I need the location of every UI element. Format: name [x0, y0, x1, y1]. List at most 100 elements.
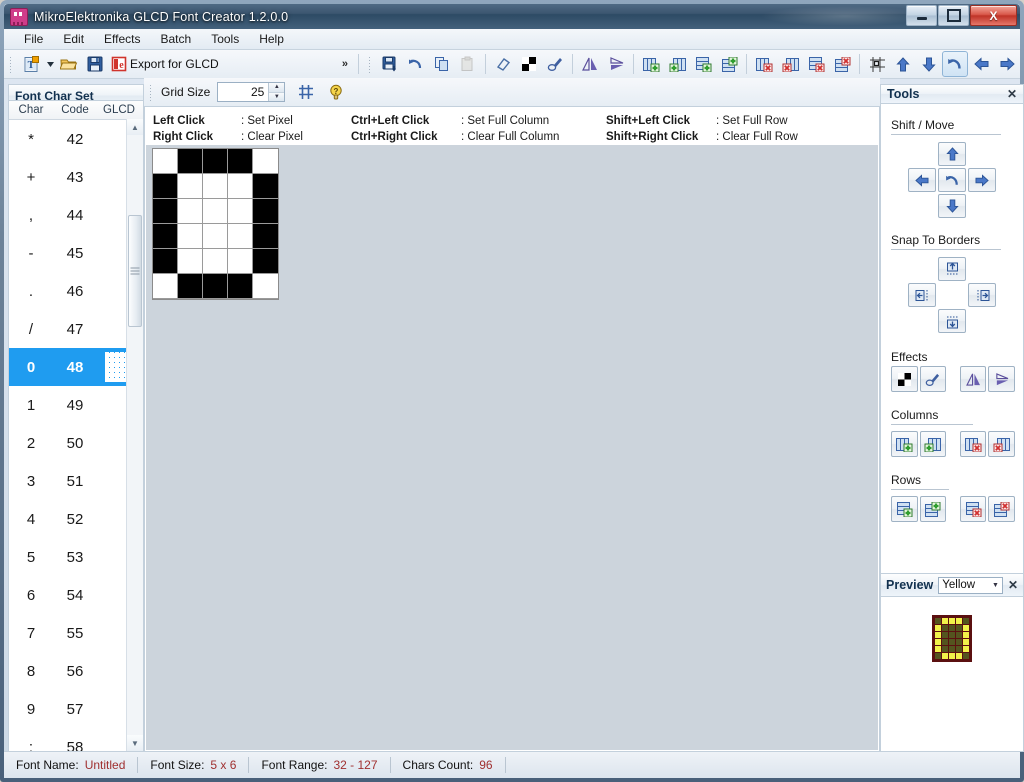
preview-color-select[interactable]: Yellow ▼	[938, 577, 1003, 594]
new-font-button[interactable]: T	[18, 51, 44, 77]
delete-row-top-button[interactable]	[960, 496, 987, 522]
shift-left-button[interactable]	[968, 51, 994, 77]
pixel-cell[interactable]	[203, 199, 228, 224]
pixel-cell[interactable]	[253, 274, 278, 299]
char-row-55[interactable]: 7 55	[9, 614, 143, 652]
pixel-cell[interactable]	[228, 199, 253, 224]
char-row-44[interactable]: , 44	[9, 196, 143, 234]
insert-row-bottom-button[interactable]	[716, 51, 742, 77]
shift-down-button[interactable]	[916, 51, 942, 77]
menu-item-edit[interactable]: Edit	[53, 30, 94, 48]
close-icon[interactable]: ✕	[1008, 578, 1018, 592]
pixel-cell[interactable]	[253, 224, 278, 249]
paint-brush-button[interactable]	[542, 51, 568, 77]
pixel-cell[interactable]	[253, 149, 278, 174]
menu-item-tools[interactable]: Tools	[201, 30, 249, 48]
pixel-cell[interactable]	[178, 149, 203, 174]
scrollbar-thumb[interactable]	[128, 215, 142, 327]
delete-row-bottom-button[interactable]	[988, 496, 1015, 522]
insert-row-bottom-button[interactable]	[920, 496, 947, 522]
char-row-47[interactable]: / 47	[9, 310, 143, 348]
toolbar-overflow-button[interactable]: »	[336, 58, 354, 70]
grid-size-stepper[interactable]: ▲ ▼	[217, 82, 285, 102]
snap-left-button[interactable]	[908, 283, 936, 307]
minimize-button[interactable]	[906, 5, 937, 26]
shift-rotate-button[interactable]	[938, 168, 966, 192]
char-row-52[interactable]: 4 52	[9, 500, 143, 538]
pixel-cell[interactable]	[228, 274, 253, 299]
paint-brush-button[interactable]	[920, 366, 947, 392]
char-list[interactable]: * 42 + 43 , 44 - 45 . 46	[9, 120, 143, 752]
glyph-canvas[interactable]	[146, 145, 878, 750]
open-button[interactable]	[56, 51, 82, 77]
pixel-cell[interactable]	[253, 174, 278, 199]
char-row-43[interactable]: + 43	[9, 158, 143, 196]
grid-size-down-icon[interactable]: ▼	[269, 93, 284, 102]
shift-right-button[interactable]	[968, 168, 996, 192]
close-button[interactable]: X	[970, 5, 1017, 26]
insert-row-top-button[interactable]	[891, 496, 918, 522]
maximize-button[interactable]	[938, 5, 969, 26]
pixel-cell[interactable]	[153, 199, 178, 224]
mirror-vertical-button[interactable]	[988, 366, 1015, 392]
eraser-button[interactable]	[490, 51, 516, 77]
char-row-54[interactable]: 6 54	[9, 576, 143, 614]
invert-button[interactable]	[516, 51, 542, 77]
save-button[interactable]	[82, 51, 108, 77]
close-icon[interactable]: ✕	[1007, 87, 1017, 101]
insert-column-left-button[interactable]	[891, 431, 918, 457]
char-row-56[interactable]: 8 56	[9, 652, 143, 690]
export-glcd-label[interactable]: Export for GLCD	[130, 57, 227, 71]
insert-column-right-button[interactable]	[920, 431, 947, 457]
grid-size-grip[interactable]	[148, 83, 155, 101]
pixel-cell[interactable]	[153, 249, 178, 274]
pixel-cell[interactable]	[203, 249, 228, 274]
delete-column-right-button[interactable]	[988, 431, 1015, 457]
grid-size-up-icon[interactable]: ▲	[269, 83, 284, 93]
snap-top-button[interactable]	[938, 257, 966, 281]
delete-column-left-button[interactable]	[751, 51, 777, 77]
char-row-42[interactable]: * 42	[9, 120, 143, 158]
menu-item-effects[interactable]: Effects	[94, 30, 150, 48]
mirror-horizontal-button[interactable]	[960, 366, 987, 392]
invert-button[interactable]	[891, 366, 918, 392]
char-row-46[interactable]: . 46	[9, 272, 143, 310]
toolbar-grip[interactable]	[8, 55, 15, 73]
pixel-cell[interactable]	[203, 274, 228, 299]
delete-row-top-button[interactable]	[803, 51, 829, 77]
pixel-cell[interactable]	[253, 199, 278, 224]
insert-column-left-button[interactable]	[638, 51, 664, 77]
char-row-53[interactable]: 5 53	[9, 538, 143, 576]
undo-button[interactable]	[403, 51, 429, 77]
export-glcd-button[interactable]: e	[108, 51, 130, 77]
scroll-up-arrow-icon[interactable]: ▲	[127, 119, 143, 135]
menu-item-help[interactable]: Help	[249, 30, 294, 48]
save-as-button[interactable]	[377, 51, 403, 77]
new-font-dropdown[interactable]	[44, 51, 56, 77]
pixel-cell[interactable]	[228, 149, 253, 174]
char-list-scrollbar[interactable]: ▲ ▼	[126, 119, 143, 751]
delete-column-left-button[interactable]	[960, 431, 987, 457]
insert-column-right-button[interactable]	[664, 51, 690, 77]
pixel-cell[interactable]	[153, 224, 178, 249]
char-row-49[interactable]: 1 49	[9, 386, 143, 424]
snap-to-borders-button[interactable]	[864, 51, 890, 77]
paste-button[interactable]	[455, 51, 481, 77]
pixel-cell[interactable]	[153, 174, 178, 199]
pixel-cell[interactable]	[153, 149, 178, 174]
pixel-cell[interactable]	[203, 174, 228, 199]
char-row-50[interactable]: 2 50	[9, 424, 143, 462]
grid-size-arrows[interactable]: ▲ ▼	[268, 83, 284, 101]
insert-row-top-button[interactable]	[690, 51, 716, 77]
char-row-58[interactable]: : 58	[9, 728, 143, 752]
shift-up-button[interactable]	[938, 142, 966, 166]
shift-left-button[interactable]	[908, 168, 936, 192]
scroll-down-arrow-icon[interactable]: ▼	[127, 735, 143, 751]
grid-size-input[interactable]	[218, 83, 268, 101]
pixel-cell[interactable]	[178, 199, 203, 224]
mirror-vertical-button[interactable]	[603, 51, 629, 77]
char-row-45[interactable]: - 45	[9, 234, 143, 272]
pixel-cell[interactable]	[178, 174, 203, 199]
char-row-48-selected[interactable]: 0 48	[9, 348, 143, 386]
help-button[interactable]: ?	[323, 79, 349, 105]
